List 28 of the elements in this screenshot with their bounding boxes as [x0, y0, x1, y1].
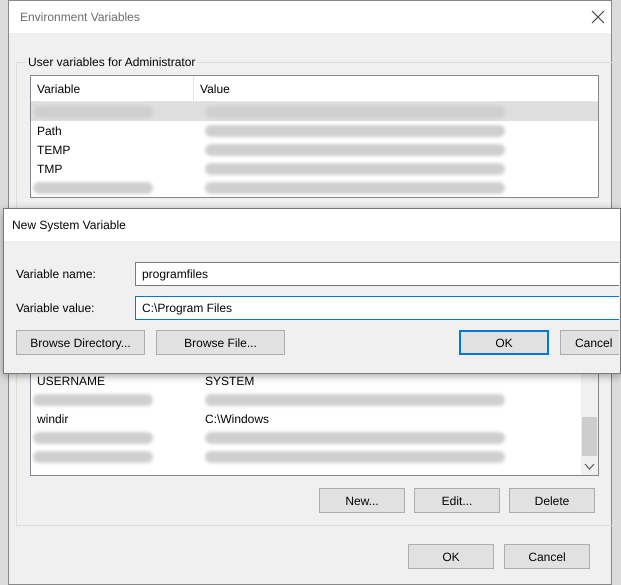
dialog-title: New System Variable [12, 218, 126, 232]
dialog-button[interactable]: Cancel [504, 544, 590, 569]
dialog-button[interactable]: Browse File... [156, 330, 285, 355]
dialog-button[interactable]: OK [408, 544, 494, 569]
chevron-down-icon[interactable] [584, 463, 595, 471]
table-cell: TMP [37, 162, 62, 176]
scrollbar[interactable] [581, 374, 598, 475]
dialog-button[interactable]: OK [459, 330, 549, 355]
table-cell: TEMP [37, 142, 70, 156]
table-cell: Path [37, 124, 62, 138]
input-field[interactable]: C:\Program Files [135, 296, 619, 320]
close-icon[interactable] [591, 10, 605, 24]
window-title: Environment Variables [20, 10, 140, 24]
table-cell: SYSTEM [205, 374, 254, 388]
dialog-button[interactable]: Cancel [560, 330, 619, 355]
table-cell: USERNAME [37, 374, 106, 388]
dialog-button[interactable]: Edit... [414, 488, 500, 513]
field-label: Variable value: [16, 301, 96, 315]
table-cell: C:\Windows [205, 412, 270, 426]
dialog-button[interactable]: Delete [509, 488, 595, 513]
column-header[interactable]: Value [194, 82, 230, 96]
column-header[interactable]: Variable [31, 82, 80, 96]
dialog-button[interactable]: New... [319, 488, 405, 513]
input-field[interactable]: programfiles [135, 262, 619, 286]
table-cell: windir [37, 412, 68, 426]
group-title: User variables for Administrator [27, 55, 196, 69]
dialog-button[interactable]: Browse Directory... [16, 330, 145, 355]
field-label: Variable name: [16, 267, 97, 281]
